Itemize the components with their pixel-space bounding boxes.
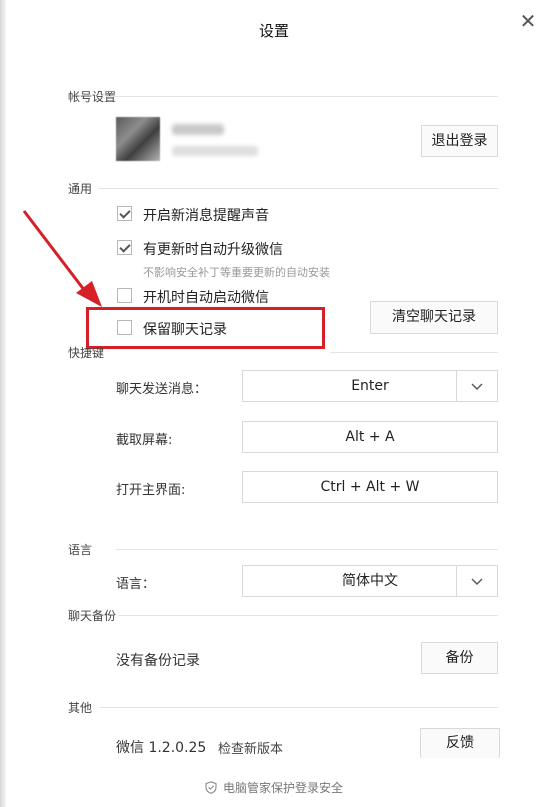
- shortcut-main-window-label: 打开主界面:: [116, 483, 186, 498]
- section-shortcuts-label: 快捷键: [68, 346, 105, 360]
- section-divider: [98, 188, 498, 189]
- check-update-link[interactable]: 检查新版本: [218, 738, 283, 757]
- option-auto-update: 有更新时自动升级微信: [143, 242, 283, 258]
- send-message-shortcut-value: Enter: [351, 378, 389, 394]
- language-label: 语言：: [116, 577, 156, 592]
- section-other-label: 其他: [68, 701, 93, 715]
- screenshot-shortcut-field[interactable]: Alt + A: [242, 421, 498, 453]
- feedback-button[interactable]: 反馈: [420, 728, 500, 758]
- window-edge-shadow: [0, 0, 6, 807]
- close-icon[interactable]: ✕: [517, 10, 539, 32]
- shortcut-screenshot-label: 截取屏幕:: [116, 433, 173, 448]
- section-backup-label: 聊天备份: [68, 609, 117, 623]
- section-divider: [106, 96, 498, 97]
- chevron-down-icon[interactable]: [457, 566, 497, 596]
- section-general-label: 通用: [68, 182, 93, 196]
- language-select[interactable]: 简体中文: [242, 565, 498, 597]
- clear-chat-history-button[interactable]: 清空聊天记录: [370, 301, 498, 334]
- backup-button[interactable]: 备份: [421, 642, 498, 674]
- blurred-wechat-id: [172, 146, 258, 156]
- blurred-nickname: [172, 124, 224, 135]
- red-arrow-annotation: [22, 210, 102, 307]
- language-value: 简体中文: [342, 573, 398, 589]
- option-new-message-sound: 开启新消息提醒声音: [143, 208, 269, 224]
- section-divider: [100, 707, 498, 708]
- version-text: 微信 1.2.0.25: [116, 740, 207, 756]
- footer-text: 电脑管家保护登录安全: [222, 781, 343, 795]
- option-auto-start: 开机时自动启动微信: [143, 290, 269, 306]
- footer-security-note: 电脑管家保护登录安全: [0, 779, 548, 796]
- checkbox-auto-update[interactable]: [117, 240, 132, 255]
- backup-status: 没有备份记录: [116, 653, 200, 669]
- send-message-shortcut-select[interactable]: Enter: [242, 370, 498, 402]
- shield-icon: [205, 781, 217, 794]
- section-language-label: 语言: [68, 543, 93, 557]
- checkbox-new-message-sound[interactable]: [117, 206, 132, 221]
- auto-update-hint: 不影响安全补丁等重要更新的自动安装: [143, 266, 330, 279]
- checkbox-auto-start[interactable]: [117, 288, 132, 303]
- window-title: 设置: [258, 22, 289, 40]
- main-window-shortcut-field[interactable]: Ctrl + Alt + W: [242, 471, 498, 503]
- section-divider: [116, 549, 498, 550]
- highlight-box: [86, 307, 325, 349]
- section-divider: [118, 615, 498, 616]
- section-divider: [330, 352, 498, 353]
- chevron-down-icon[interactable]: [457, 371, 497, 401]
- avatar: [116, 117, 160, 161]
- logout-button[interactable]: 退出登录: [421, 125, 498, 157]
- shortcut-send-label: 聊天发送消息：: [116, 382, 208, 397]
